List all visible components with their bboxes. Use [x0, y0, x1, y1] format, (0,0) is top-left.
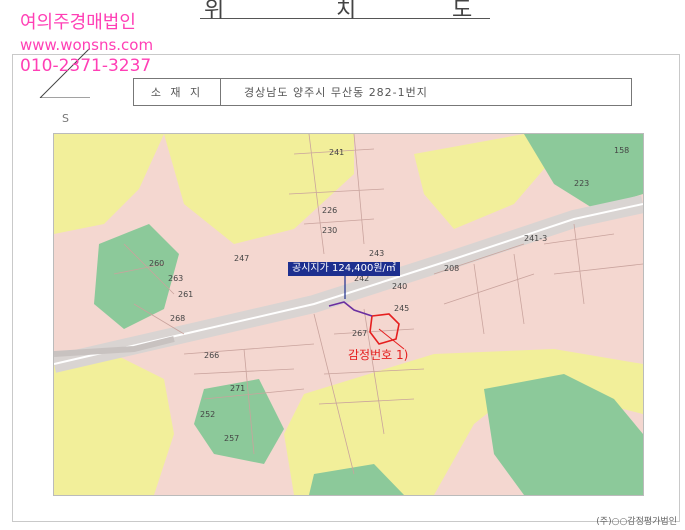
lot-number: 267	[352, 329, 368, 338]
lot-number: 271	[230, 384, 246, 393]
lot-number: 245	[394, 304, 410, 313]
title-char-2: 치	[336, 0, 357, 23]
title-char-3: 도	[452, 0, 473, 23]
watermark-phone: 010-2371-3237	[20, 56, 152, 76]
lot-number: 223	[574, 179, 590, 188]
lot-number: 241-3	[524, 234, 548, 243]
source-note: (주)○○감정평가법인	[596, 517, 677, 527]
lot-number: 263	[168, 274, 184, 283]
location-map[interactable]: 241 230 226 247 260 263 261 268 266 271 …	[53, 133, 644, 496]
lot-number: 208	[444, 264, 460, 273]
title-char-1: 위	[204, 0, 225, 23]
lot-number: 158	[614, 146, 630, 155]
lot-number: 230	[322, 226, 338, 235]
address-table: 소 재 지 경상남도 양주시 무산동 282-1번지	[133, 78, 632, 106]
lot-number: 252	[200, 410, 216, 419]
lot-number: 260	[149, 259, 165, 268]
address-label: 소 재 지	[134, 79, 221, 105]
map-canvas	[54, 134, 643, 495]
lot-number: 261	[178, 290, 194, 299]
subject-property-label: 감정번호 1)	[348, 348, 409, 362]
lot-number: 241	[329, 148, 345, 157]
watermark-website[interactable]: www.wonsns.com	[20, 38, 153, 53]
watermark-company: 여의주경매법인	[20, 12, 136, 33]
lot-number: 266	[204, 351, 220, 360]
page-title: 위 치 도	[200, 0, 490, 23]
lot-number: 226	[322, 206, 338, 215]
scale-mark: S	[62, 112, 69, 125]
lot-number: 240	[392, 282, 408, 291]
lot-number: 257	[224, 434, 240, 443]
official-price-label: 공시지가 124,400원/㎡	[288, 262, 400, 276]
address-value: 경상남도 양주시 무산동 282-1번지	[244, 86, 428, 99]
lot-number: 243	[369, 249, 385, 258]
lot-number: 268	[170, 314, 186, 323]
lot-number: 247	[234, 254, 250, 263]
farmland-southwest	[54, 354, 174, 495]
